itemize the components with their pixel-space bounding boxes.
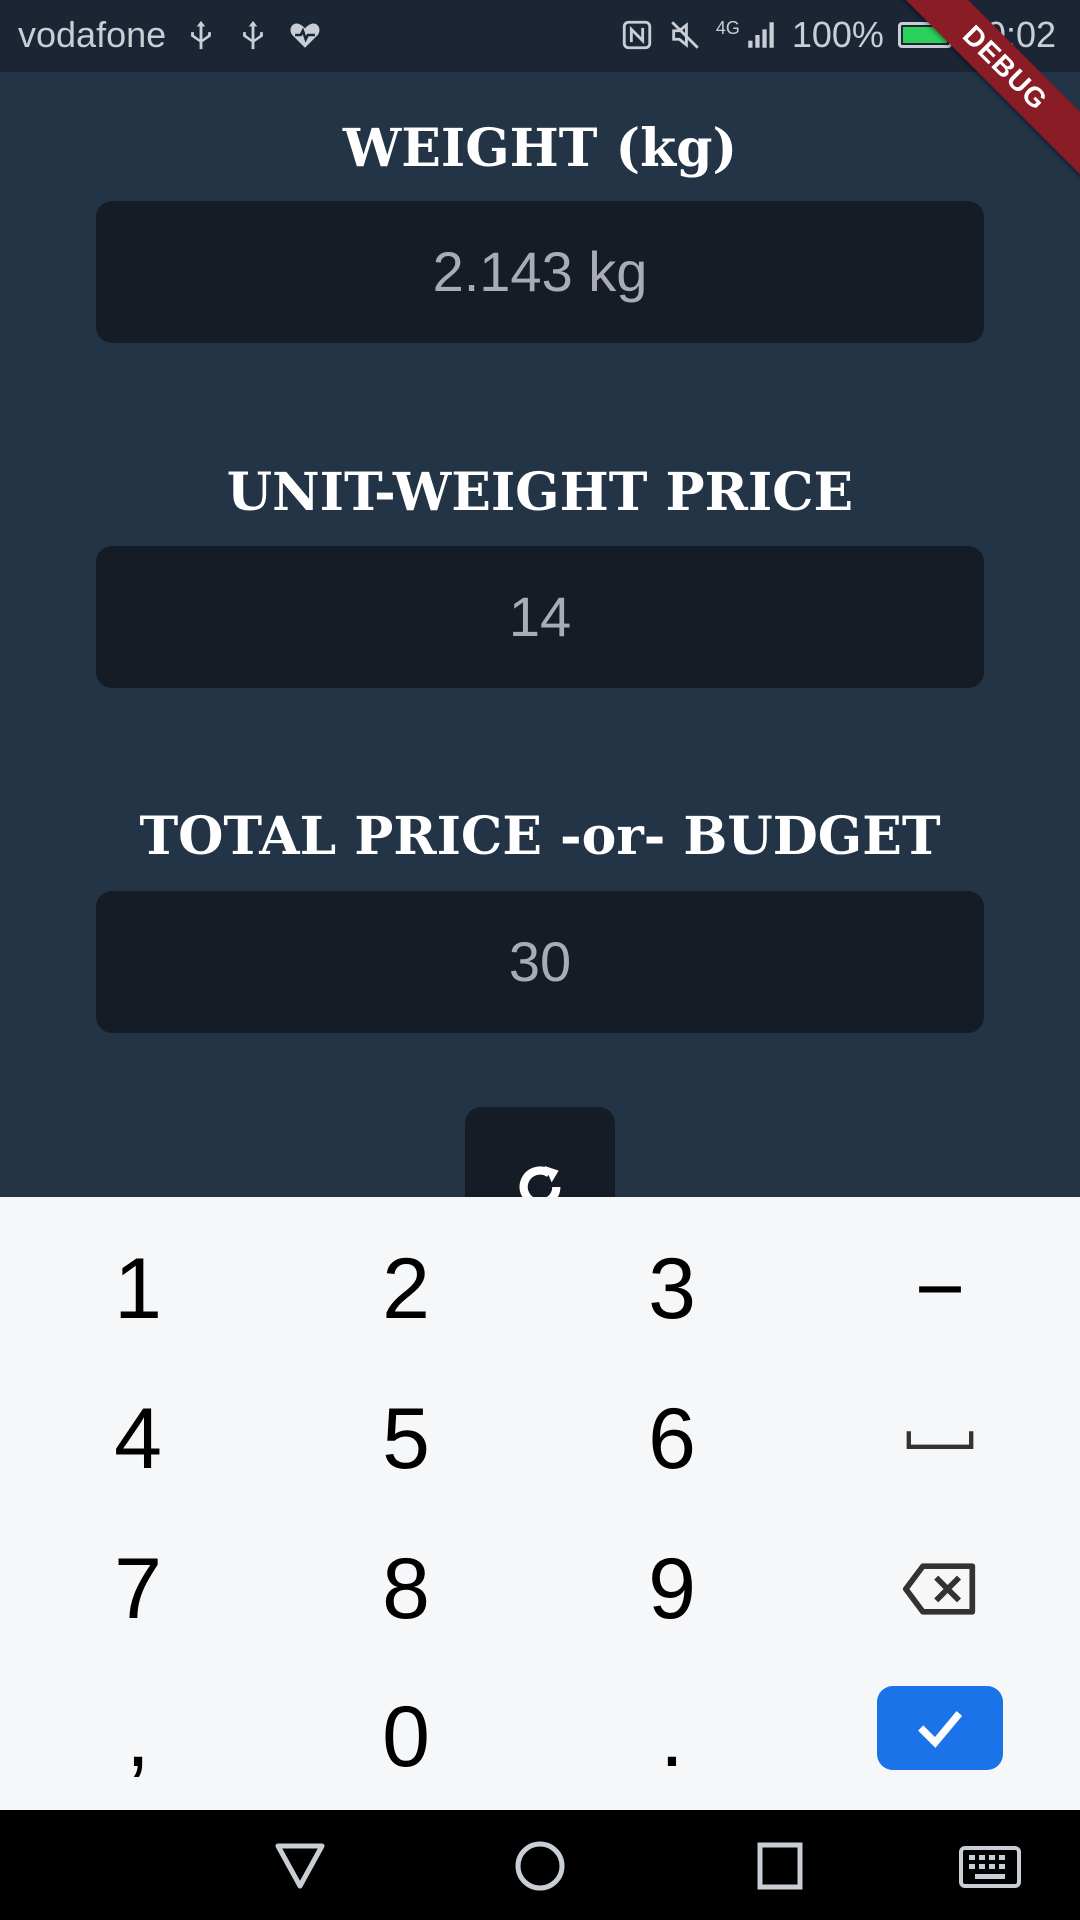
signal-icon [748,22,774,48]
key-0[interactable]: 0 [306,1677,506,1797]
total-price-field[interactable]: 30 [96,891,984,1033]
done-button[interactable] [877,1686,1003,1770]
total-price-label: TOTAL PRICE -or- BUDGET [139,806,941,867]
home-icon[interactable] [512,1840,568,1892]
key-period[interactable]: . [572,1677,772,1797]
key-2[interactable]: 2 [306,1229,506,1349]
carrier-name: vodafone [18,14,167,55]
usb-icon [243,20,264,50]
weight-field[interactable]: 2.143 kg [96,201,984,343]
space-icon [906,1431,974,1449]
back-icon[interactable] [272,1840,328,1892]
battery-percent: 100% [791,14,884,55]
key-4[interactable]: 4 [38,1379,238,1499]
navigation-bar [0,1810,1080,1920]
key-6[interactable]: 6 [572,1379,772,1499]
unit-price-field[interactable]: 14 [96,546,984,688]
refresh-button[interactable] [465,1107,615,1208]
key-9[interactable]: 9 [572,1529,772,1649]
unit-price-label: UNIT-WEIGHT PRICE [226,462,854,523]
key-8[interactable]: 8 [306,1529,506,1649]
key-7[interactable]: 7 [38,1529,238,1649]
mute-icon [671,21,699,49]
key-backspace[interactable] [840,1529,1040,1649]
key-comma[interactable]: , [38,1677,238,1797]
status-left: vodafone [18,14,322,56]
key-3[interactable]: 3 [572,1229,772,1349]
key-space[interactable] [840,1379,1040,1499]
network-type: 4G [715,17,740,38]
usb-icon [191,20,212,50]
check-icon [918,1711,963,1748]
heart-icon [290,23,320,48]
recents-icon[interactable] [752,1840,808,1892]
weight-label: WEIGHT (kg) [342,118,738,179]
key-1[interactable]: 1 [38,1229,238,1349]
keyboard-icon[interactable] [957,1840,1023,1892]
key-5[interactable]: 5 [306,1379,506,1499]
key-minus[interactable]: − [840,1229,1040,1349]
backspace-icon [902,1563,976,1615]
nfc-icon [622,20,651,50]
